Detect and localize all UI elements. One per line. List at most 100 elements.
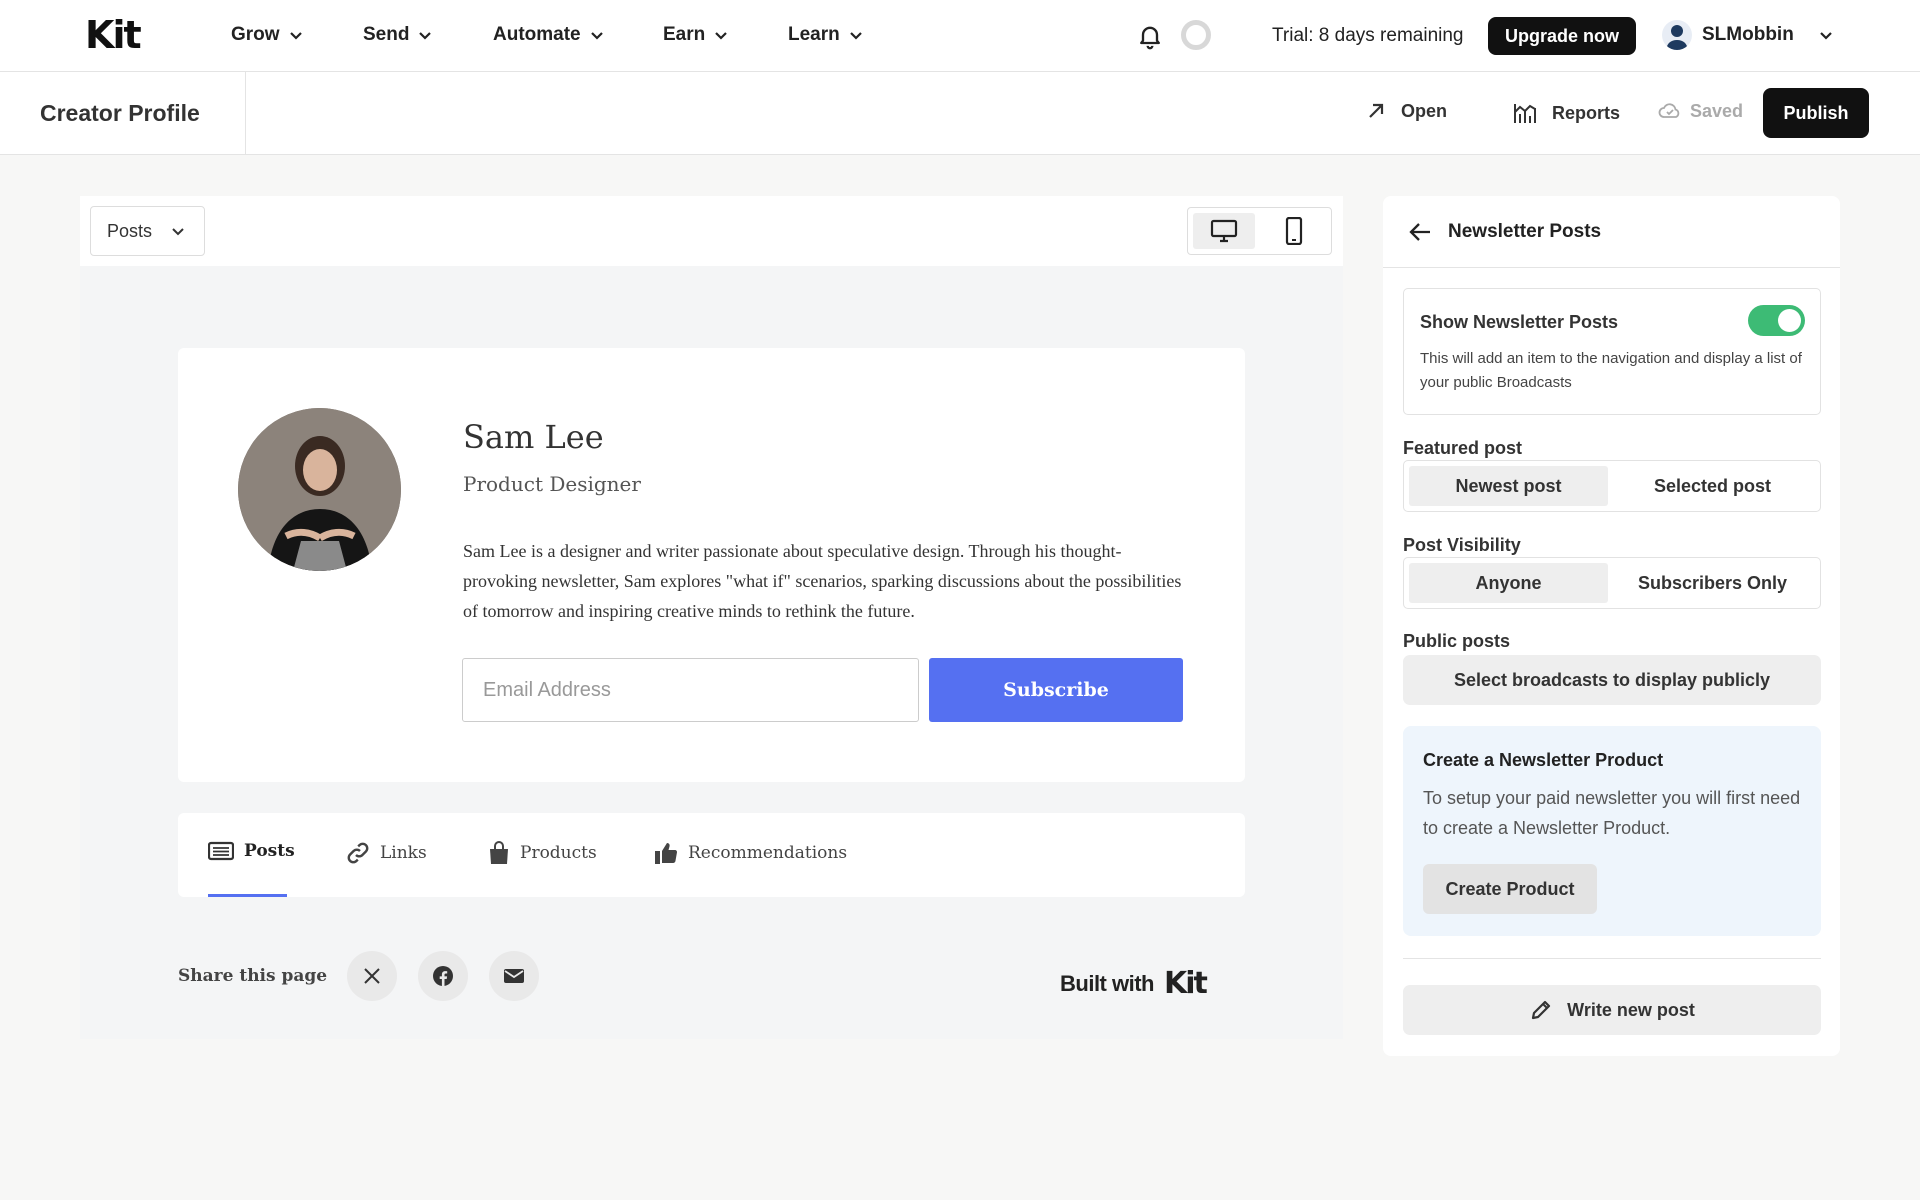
show-posts-toggle[interactable] bbox=[1748, 305, 1805, 336]
callout-title: Create a Newsletter Product bbox=[1423, 750, 1664, 770]
subscribe-button[interactable]: Subscribe bbox=[929, 658, 1183, 722]
panel-header: Newsletter Posts bbox=[1383, 196, 1840, 268]
nav-item-send[interactable]: Send bbox=[363, 24, 433, 46]
chart-icon bbox=[1514, 104, 1536, 123]
mobile-icon bbox=[1285, 217, 1303, 245]
preview-toolbar: Posts bbox=[80, 196, 1343, 266]
person-photo-icon bbox=[238, 408, 401, 571]
nav-item-label: Automate bbox=[493, 24, 581, 45]
upgrade-button[interactable]: Upgrade now bbox=[1488, 17, 1636, 55]
select-broadcasts-button[interactable]: Select broadcasts to display publicly bbox=[1403, 655, 1821, 705]
device-toggle bbox=[1187, 207, 1332, 255]
built-with-label: Built with bbox=[1060, 970, 1154, 996]
tab-links[interactable]: Links bbox=[346, 841, 427, 865]
nav-item-learn[interactable]: Learn bbox=[788, 24, 864, 46]
user-icon bbox=[1666, 25, 1688, 50]
chevron-down-icon bbox=[419, 32, 432, 40]
active-tab-indicator bbox=[208, 894, 287, 897]
publish-button[interactable]: Publish bbox=[1763, 88, 1869, 138]
tab-products[interactable]: Products bbox=[488, 841, 597, 865]
link-icon bbox=[347, 842, 369, 864]
editor-header: Creator Profile Open Reports Saved Publi… bbox=[0, 72, 1920, 155]
tab-label: Posts bbox=[244, 841, 295, 861]
visibility-option-subscribers[interactable]: Subscribers Only bbox=[1613, 563, 1812, 603]
cloud-check-icon bbox=[1658, 103, 1680, 118]
tab-label: Recommendations bbox=[688, 843, 848, 863]
newsletter-product-callout: Create a Newsletter Product To setup you… bbox=[1403, 726, 1821, 936]
chevron-down-icon bbox=[849, 32, 862, 40]
page-preview: Posts Sam Lee Product Designer Sam Lee i… bbox=[80, 196, 1343, 1039]
section-select[interactable]: Posts bbox=[90, 206, 205, 256]
x-icon bbox=[364, 968, 380, 984]
top-navigation: Kit Grow Send Automate Earn Learn Trial:… bbox=[0, 0, 1920, 72]
profile-card: Sam Lee Product Designer Sam Lee is a de… bbox=[178, 348, 1245, 782]
reports-button[interactable]: Reports bbox=[1512, 100, 1620, 126]
user-menu[interactable]: SLMobbin bbox=[1662, 20, 1834, 50]
public-posts-label: Public posts bbox=[1403, 631, 1511, 651]
kit-logo[interactable]: Kit bbox=[85, 16, 142, 54]
divider bbox=[1403, 958, 1821, 959]
saved-label: Saved bbox=[1690, 100, 1744, 121]
visibility-option-anyone[interactable]: Anyone bbox=[1409, 563, 1608, 603]
avatar bbox=[1662, 20, 1692, 50]
desktop-view-button[interactable] bbox=[1193, 213, 1255, 249]
post-visibility-segmented: Anyone Subscribers Only bbox=[1403, 557, 1821, 609]
thumbs-up-icon bbox=[655, 843, 678, 864]
profile-tabs: Posts Links Products Recommendations bbox=[178, 813, 1245, 897]
share-x-button[interactable] bbox=[347, 951, 398, 1001]
nav-item-label: Learn bbox=[788, 24, 840, 45]
mobile-view-button[interactable] bbox=[1263, 213, 1325, 249]
featured-option-selected[interactable]: Selected post bbox=[1613, 466, 1812, 506]
nav-item-label: Send bbox=[363, 24, 410, 45]
reports-label: Reports bbox=[1552, 102, 1621, 123]
create-product-button[interactable]: Create Product bbox=[1423, 864, 1597, 914]
trial-status: Trial: 8 days remaining bbox=[1272, 25, 1464, 46]
loading-ring-icon bbox=[1181, 20, 1211, 50]
featured-post-label: Featured post bbox=[1403, 438, 1523, 458]
chevron-down-icon bbox=[715, 32, 728, 40]
nav-item-label: Grow bbox=[231, 24, 280, 45]
arrow-up-right-icon bbox=[1369, 103, 1384, 118]
panel-title: Newsletter Posts bbox=[1448, 220, 1602, 242]
email-input[interactable] bbox=[462, 658, 919, 722]
open-button[interactable]: Open bbox=[1365, 100, 1447, 122]
pencil-icon bbox=[1532, 1000, 1551, 1020]
kit-logo: Kit bbox=[1163, 966, 1208, 1001]
nav-item-automate[interactable]: Automate bbox=[493, 24, 605, 46]
tab-recommendations[interactable]: Recommendations bbox=[654, 841, 847, 865]
newspaper-icon bbox=[208, 841, 234, 861]
write-new-post-button[interactable]: Write new post bbox=[1403, 985, 1821, 1035]
bell-icon[interactable] bbox=[1136, 22, 1164, 50]
share-bar: Share this page bbox=[178, 951, 560, 1001]
chevron-down-icon bbox=[172, 228, 184, 236]
setting-description: This will add an item to the navigation … bbox=[1420, 350, 1802, 391]
write-new-post-label: Write new post bbox=[1567, 999, 1695, 1020]
show-posts-setting: Show Newsletter Posts This will add an i… bbox=[1403, 288, 1821, 415]
shopping-bag-icon bbox=[490, 841, 508, 864]
profile-name: Sam Lee bbox=[463, 418, 604, 456]
setting-title: Show Newsletter Posts bbox=[1420, 312, 1619, 332]
divider bbox=[245, 72, 246, 155]
chevron-down-icon bbox=[289, 32, 302, 40]
arrow-left-icon[interactable] bbox=[1408, 221, 1432, 243]
share-email-button[interactable] bbox=[489, 951, 540, 1001]
tab-label: Links bbox=[380, 843, 427, 863]
tab-posts[interactable]: Posts bbox=[208, 841, 295, 861]
nav-item-grow[interactable]: Grow bbox=[231, 24, 304, 46]
nav-item-earn[interactable]: Earn bbox=[663, 24, 729, 46]
nav-item-label: Earn bbox=[663, 24, 706, 45]
section-select-value: Posts bbox=[107, 220, 153, 241]
chevron-down-icon bbox=[1820, 32, 1832, 40]
share-facebook-button[interactable] bbox=[418, 951, 469, 1001]
featured-option-newest[interactable]: Newest post bbox=[1409, 466, 1608, 506]
post-visibility-label: Post Visibility bbox=[1403, 535, 1521, 555]
built-with-kit-badge[interactable]: Built with Kit bbox=[1060, 966, 1208, 1001]
facebook-icon bbox=[433, 966, 454, 986]
username: SLMobbin bbox=[1702, 24, 1794, 45]
share-label: Share this page bbox=[178, 966, 328, 986]
profile-photo bbox=[238, 408, 401, 571]
profile-bio: Sam Lee is a designer and writer passion… bbox=[463, 541, 1182, 621]
callout-text: To setup your paid newsletter you will f… bbox=[1423, 788, 1801, 838]
settings-panel: Newsletter Posts Show Newsletter Posts T… bbox=[1383, 196, 1840, 1056]
mail-icon bbox=[504, 969, 525, 983]
